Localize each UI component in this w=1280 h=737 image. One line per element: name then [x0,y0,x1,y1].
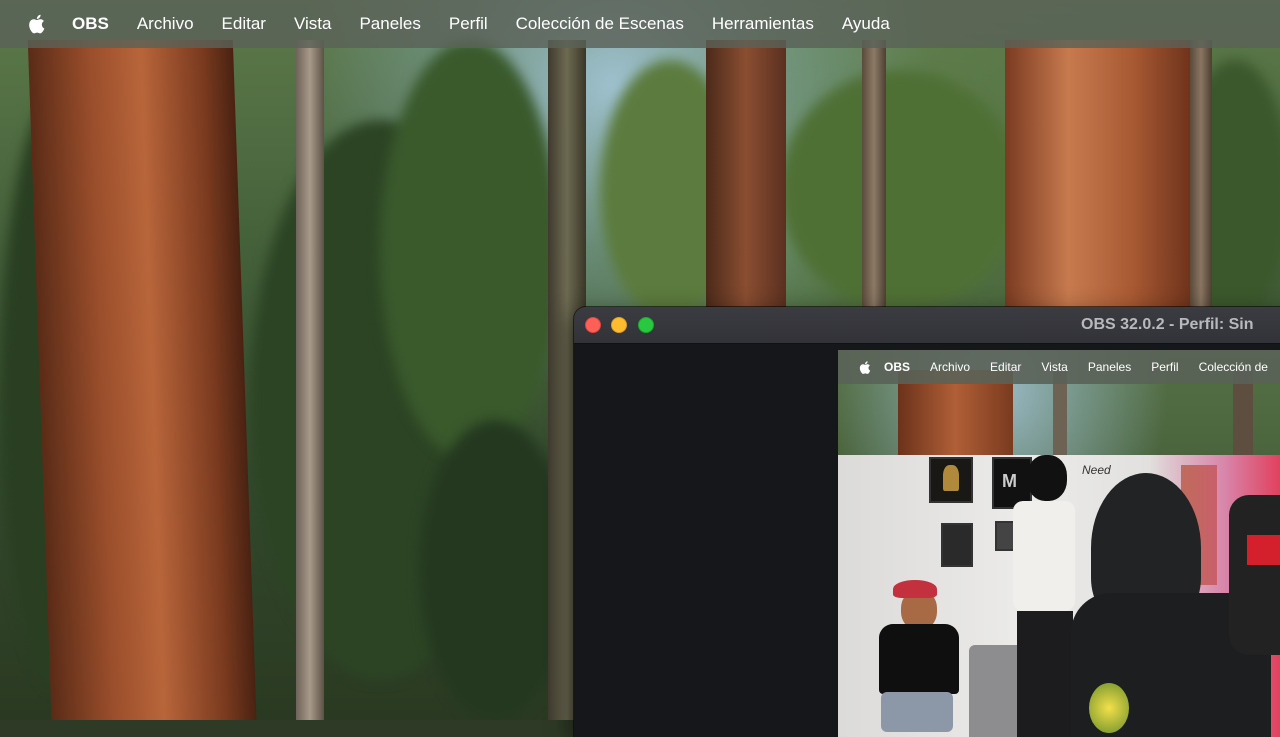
menu-herramientas[interactable]: Herramientas [712,14,814,34]
minimize-window-button[interactable] [611,317,627,333]
preview-menu-item: Archivo [930,360,971,374]
window-title: OBS 32.0.2 - Perfil: Sin [1081,316,1254,333]
redwood-trunk [1005,40,1195,320]
tree-foliage [780,70,1020,310]
preview-menu-item: Vista [1041,360,1068,374]
menu-editar[interactable]: Editar [222,14,266,34]
wall-frame [941,523,973,567]
wall-frame [929,457,973,503]
tree-trunk [862,40,886,320]
preview-menu-item: Editar [990,360,1022,374]
menu-vista[interactable]: Vista [294,14,332,34]
person-standing [1009,455,1079,737]
apple-logo-icon [858,360,872,374]
menu-coleccion-de-escenas[interactable]: Colección de Escenas [516,14,684,34]
menu-app-name[interactable]: OBS [72,14,109,34]
tree-foliage [380,40,560,460]
preview-menu-item: Perfil [1151,360,1179,374]
redwood-trunk [27,40,258,720]
menu-bar: OBS Archivo Editar Vista Paneles Perfil … [0,0,1280,48]
preview-menu-item: Paneles [1087,360,1132,374]
tree-trunk [296,40,324,720]
redwood-trunk [706,40,786,320]
program-preview[interactable]: OBS Archivo Editar Vista Paneles Perfil … [838,350,1280,737]
menu-perfil[interactable]: Perfil [449,14,488,34]
tree-trunk [1190,40,1212,320]
menu-ayuda[interactable]: Ayuda [842,14,890,34]
preview-menu-item: Colección de [1198,360,1268,374]
video-capture-source[interactable]: M Need [838,455,1280,737]
close-window-button[interactable] [585,317,601,333]
gaming-chair [1229,495,1280,655]
obs-main-area: OBS Archivo Editar Vista Paneles Perfil … [574,344,1280,737]
person-seated [871,580,961,737]
menu-paneles[interactable]: Paneles [359,14,420,34]
preview-menu-app-name: OBS [884,360,911,374]
menu-archivo[interactable]: Archivo [137,14,194,34]
apple-logo-icon[interactable] [26,13,48,35]
obs-window: OBS 32.0.2 - Perfil: Sin OBS Archivo Edi… [574,307,1280,737]
preview-menu-bar: OBS Archivo Editar Vista Paneles Perfil … [838,350,1280,384]
maximize-window-button[interactable] [638,317,654,333]
window-titlebar[interactable]: OBS 32.0.2 - Perfil: Sin [574,307,1280,344]
